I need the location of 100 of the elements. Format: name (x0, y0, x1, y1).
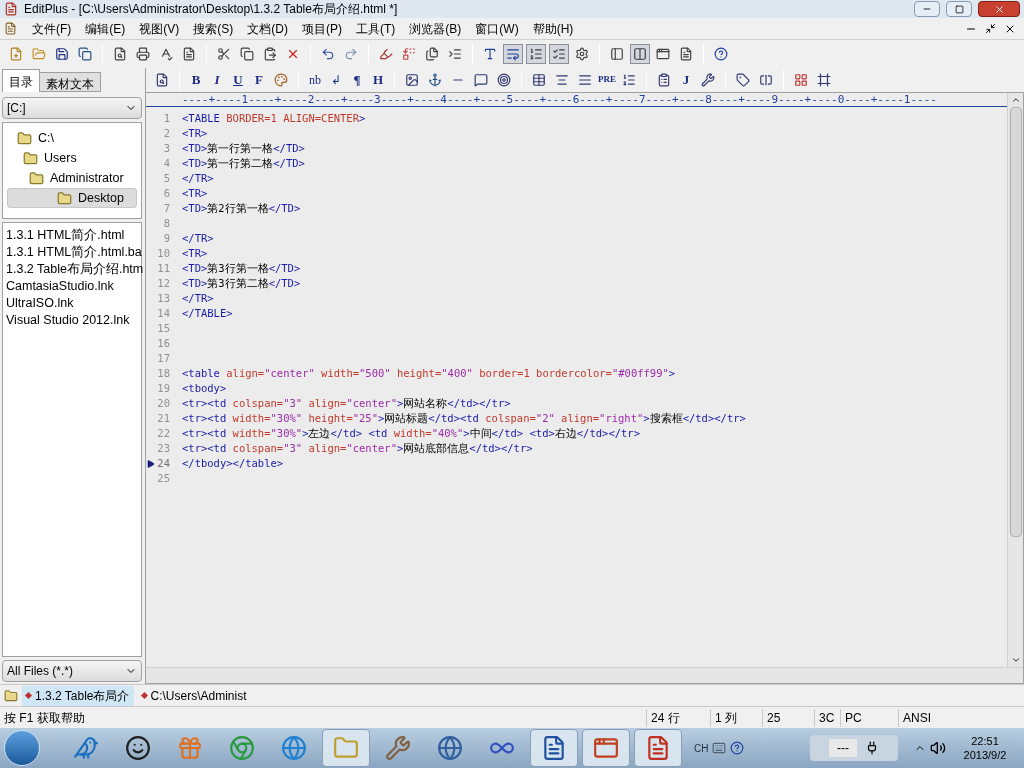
close-button[interactable] (978, 1, 1020, 17)
horizontal-scrollbar[interactable] (146, 667, 1023, 683)
input-language[interactable]: CH (694, 740, 709, 756)
code-line: <TD>第3行第一格</TD> (182, 260, 301, 276)
code-line: <tbody> (182, 380, 227, 396)
menu-item[interactable]: 视图(V) (132, 19, 187, 38)
file-item[interactable]: 1.3.2 Table布局介绍.htm (6, 260, 141, 277)
toolbar-button[interactable] (630, 44, 650, 64)
line-numbers-icon (552, 47, 566, 61)
start-button[interactable] (4, 730, 40, 766)
scroll-down-icon[interactable] (1010, 655, 1021, 665)
settings-icon (575, 47, 589, 61)
keyboard-icon[interactable] (712, 741, 727, 755)
menu-item[interactable]: 浏览器(B) (402, 19, 469, 38)
image-icon (405, 73, 419, 87)
grid-icon (794, 73, 808, 87)
tools-icon (701, 73, 715, 87)
app-icon (4, 2, 18, 16)
columns-icon (633, 47, 647, 61)
toolbar-button[interactable]: PRE (598, 70, 616, 90)
code-line: </TR> (182, 290, 214, 306)
toolbar-button[interactable]: ↲ (327, 70, 345, 90)
maximize-icon (954, 4, 964, 14)
form-icon (657, 73, 671, 87)
menu-item[interactable]: 文件(F) (25, 19, 79, 38)
document-tab[interactable]: 1.3.2 Table布局介 (22, 685, 134, 706)
window-title: EditPlus - [C:\Users\Administrator\Desktop\1.3.2 Table布局介绍.html *] (24, 1, 399, 18)
save-icon (55, 47, 69, 61)
clock-time: 22:51 (971, 734, 999, 748)
line-number: 23 (156, 440, 170, 456)
copy-icon (240, 47, 254, 61)
toolbar-button[interactable]: nb (306, 70, 324, 90)
file-item[interactable]: 1.3.1 HTML简介.html.ba (6, 243, 141, 260)
preview-icon (113, 47, 127, 61)
menu-item[interactable]: 搜索(S) (186, 19, 241, 38)
toolbar-button[interactable]: U (229, 70, 247, 90)
tools-icon (385, 735, 411, 761)
menu-item[interactable]: 窗口(W) (468, 19, 526, 38)
code-line: <TR> (182, 245, 208, 261)
presentation-icon (593, 735, 619, 761)
line-number: 19 (156, 380, 170, 396)
line-number: 25 (156, 470, 170, 486)
line-number: 9 (162, 230, 170, 246)
toolbar-button[interactable]: I (208, 70, 226, 90)
frame-icon (817, 73, 831, 87)
folder-item[interactable]: C:\ (3, 128, 141, 148)
minimize-button[interactable] (914, 1, 940, 17)
menu-item[interactable]: 项目(P) (295, 19, 349, 38)
code-line: <tr><td width="30%" height="25">网站标题</td><td colspan="2" align="right">搜索框</td></tr> (182, 410, 746, 426)
battery-widget: --- (810, 735, 898, 761)
toolbar-button[interactable]: F (250, 70, 268, 90)
sidebar-tab[interactable]: 目录 (2, 69, 40, 92)
files-icon (425, 47, 439, 61)
paste-icon (263, 47, 277, 61)
vertical-scrollbar[interactable] (1007, 93, 1023, 667)
folder-icon[interactable] (4, 688, 18, 703)
file-item[interactable]: Visual Studio 2012.lnk (6, 311, 141, 328)
code-line: </tbody></table> (182, 455, 284, 471)
taskbar-app[interactable] (634, 729, 682, 767)
browser-icon (229, 735, 255, 761)
status-line: 24 行 (646, 708, 710, 727)
toolbar-button[interactable]: B (187, 70, 205, 90)
file-item[interactable]: 1.3.1 HTML简介.html (6, 226, 141, 243)
redo-icon (344, 47, 358, 61)
folder-item[interactable]: Administrator (3, 168, 141, 188)
folder-item[interactable]: Desktop (7, 188, 137, 208)
menu-item[interactable]: 工具(T) (349, 19, 403, 38)
code-line: </TR> (182, 170, 214, 186)
line-number: 5 (162, 170, 170, 186)
code-line: <TD>第3行第二格</TD> (182, 275, 301, 291)
taskbar-app[interactable] (530, 729, 578, 767)
maximize-button[interactable] (946, 1, 972, 17)
folder-icon (333, 735, 359, 761)
toolbar-button[interactable]: J (677, 70, 695, 90)
line-number: 24 (156, 455, 170, 471)
sidebar-tab[interactable]: 素材文本 (39, 72, 101, 92)
split-icon (759, 73, 773, 87)
file-filter-dropdown[interactable]: All Files (*.*) (2, 660, 142, 682)
file-item[interactable]: CamtasiaStudio.lnk (6, 277, 141, 294)
file-item[interactable]: UltraISO.lnk (6, 294, 141, 311)
menu-item[interactable]: 文档(D) (240, 19, 295, 38)
line-number: 4 (162, 155, 170, 171)
menu-item[interactable]: 帮助(H) (525, 19, 581, 38)
line-number: 11 (156, 260, 170, 276)
line-number: 14 (156, 305, 170, 321)
line-number: 20 (156, 395, 170, 411)
menu-item[interactable]: 编辑(E) (78, 19, 133, 38)
restore-icon[interactable] (985, 23, 996, 34)
new-file-icon (9, 47, 23, 61)
help-icon[interactable] (730, 741, 745, 755)
status-hint: 按 F1 获取帮助 (3, 709, 86, 727)
line-number: 8 (162, 215, 170, 231)
volume-icon[interactable] (930, 740, 946, 756)
toolbar-button[interactable]: ¶ (348, 70, 366, 90)
code-line: </TABLE> (182, 305, 233, 321)
font-icon (483, 47, 497, 61)
folder-item[interactable]: Users (3, 148, 141, 168)
drive-dropdown[interactable]: [C:] (2, 97, 142, 119)
scroll-up-icon[interactable] (1010, 95, 1021, 105)
toolbar-button[interactable]: H (369, 70, 387, 90)
